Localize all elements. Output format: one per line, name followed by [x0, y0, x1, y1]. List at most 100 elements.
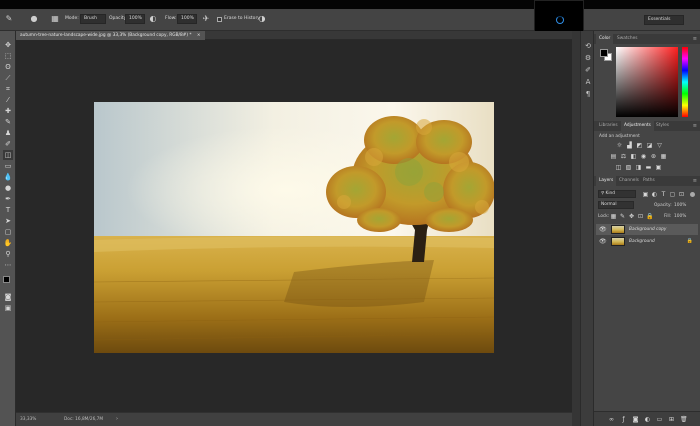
canvas-area[interactable]: [16, 40, 572, 412]
dodge-icon[interactable]: ●: [3, 183, 13, 193]
brush-icon[interactable]: ✎: [3, 117, 13, 127]
erase-history-checkbox[interactable]: [217, 17, 222, 22]
marquee-icon[interactable]: ⬚: [3, 51, 13, 61]
airbrush-icon[interactable]: ✈: [201, 14, 211, 24]
color-picker-field[interactable]: [616, 47, 678, 117]
threshold-icon[interactable]: ◨: [635, 164, 642, 171]
healing-brush-icon[interactable]: ✚: [3, 106, 13, 116]
tab-libraries[interactable]: Libraries: [596, 121, 621, 131]
tab-styles[interactable]: Styles: [653, 121, 672, 131]
posterize-icon[interactable]: ▧: [625, 164, 632, 171]
panel-menu-icon[interactable]: ≡: [693, 176, 697, 186]
tab-paths[interactable]: Paths: [640, 176, 658, 186]
eye-icon[interactable]: 👁: [599, 237, 607, 246]
layer-opacity-value[interactable]: 100%: [674, 203, 686, 208]
panel-menu-icon[interactable]: ≡: [693, 34, 697, 44]
screen-mode-icon[interactable]: ▣: [3, 303, 13, 313]
shape-icon[interactable]: ▢: [3, 227, 13, 237]
black-white-icon[interactable]: ◧: [630, 153, 637, 160]
hue-slider[interactable]: [682, 47, 688, 117]
gradient-icon[interactable]: ▭: [3, 161, 13, 171]
type-icon[interactable]: T: [3, 205, 13, 215]
history-panel-icon[interactable]: ⟲: [583, 41, 593, 51]
zoom-level[interactable]: 33,33%: [20, 417, 36, 422]
move-icon[interactable]: ✥: [3, 40, 13, 50]
tab-layers[interactable]: Layers: [596, 176, 617, 186]
adjustment-layer-icon[interactable]: ◐: [644, 416, 651, 423]
lock-position-icon[interactable]: ✥: [628, 213, 635, 220]
blend-mode-select[interactable]: Normal: [598, 201, 634, 209]
history-brush-icon[interactable]: ✐: [3, 139, 13, 149]
selective-color-icon[interactable]: ▣: [655, 164, 662, 171]
fill-value[interactable]: 100%: [674, 214, 686, 219]
document-size-info[interactable]: Doc: 16,8M/26,7M: [64, 417, 103, 422]
new-layer-icon[interactable]: ⊞: [668, 416, 675, 423]
color-foreground-swatch[interactable]: [600, 49, 608, 57]
blur-icon[interactable]: 💧: [3, 172, 13, 182]
invert-icon[interactable]: ◫: [615, 164, 622, 171]
hand-icon[interactable]: ✋: [3, 238, 13, 248]
lock-pixels-icon[interactable]: ✎: [619, 213, 626, 220]
foreground-color-swatch[interactable]: [3, 276, 10, 283]
tab-color[interactable]: Color: [596, 34, 614, 44]
levels-icon[interactable]: ▟: [626, 142, 633, 149]
pressure-opacity-icon[interactable]: ◐: [148, 14, 158, 24]
layer-name[interactable]: Background copy: [629, 227, 666, 232]
eye-icon[interactable]: 👁: [599, 225, 607, 234]
document-tab[interactable]: autumn-tree-nature-landscape-wide.jpg @ …: [16, 31, 205, 40]
crop-icon[interactable]: ⌗: [3, 84, 13, 94]
filter-pixel-icon[interactable]: ▣: [642, 191, 649, 198]
zoom-icon[interactable]: ⚲: [3, 249, 13, 259]
quick-mask-icon[interactable]: ◙: [3, 292, 13, 302]
mode-select[interactable]: Brush: [80, 14, 106, 24]
quick-select-icon[interactable]: ⟋: [3, 73, 13, 83]
brush-panel-icon[interactable]: ▦: [50, 14, 60, 24]
filter-adjustment-icon[interactable]: ◐: [651, 191, 658, 198]
character-panel-icon[interactable]: A: [583, 77, 593, 87]
clone-stamp-icon[interactable]: ♟: [3, 128, 13, 138]
brightness-contrast-icon[interactable]: ☼: [616, 142, 623, 149]
status-menu-arrow-icon[interactable]: ›: [116, 416, 118, 422]
gradient-map-icon[interactable]: ▬: [645, 164, 652, 171]
layer-filter-kind[interactable]: ⚲ Kind: [598, 190, 636, 198]
brush-size-icon[interactable]: ●: [29, 14, 39, 24]
hue-saturation-icon[interactable]: ▤: [610, 153, 617, 160]
path-select-icon[interactable]: ➤: [3, 216, 13, 226]
channel-mixer-icon[interactable]: ⊛: [650, 153, 657, 160]
eyedropper-icon[interactable]: ⁄: [3, 95, 13, 105]
link-icon[interactable]: ∞: [608, 416, 615, 423]
eraser-icon[interactable]: ◫: [3, 150, 13, 160]
vibrance-icon[interactable]: ▽: [656, 142, 663, 149]
layer-row-background[interactable]: 👁 Background 🔒: [596, 236, 698, 247]
more-tools-icon[interactable]: ⋯: [3, 260, 13, 270]
color-balance-icon[interactable]: ⚖: [620, 153, 627, 160]
tab-channels[interactable]: Channels: [616, 176, 642, 186]
paragraph-panel-icon[interactable]: ¶: [583, 89, 593, 99]
layer-name[interactable]: Background: [629, 239, 655, 244]
lock-all-icon[interactable]: 🔒: [646, 213, 653, 220]
color-lookup-icon[interactable]: ▦: [660, 153, 667, 160]
lock-artboard-icon[interactable]: ⊡: [637, 213, 644, 220]
layer-row-background-copy[interactable]: 👁 Background copy: [596, 224, 698, 235]
eraser-tool-preset-icon[interactable]: ✎: [4, 14, 14, 24]
close-tab-icon[interactable]: ×: [197, 33, 201, 38]
tab-swatches[interactable]: Swatches: [614, 34, 641, 44]
pen-icon[interactable]: ✒: [3, 194, 13, 204]
lock-transparency-icon[interactable]: ▦: [610, 213, 617, 220]
opacity-field[interactable]: 100%: [125, 14, 145, 24]
fx-icon[interactable]: ƒ: [620, 416, 627, 423]
workspace-switcher[interactable]: Essentials: [644, 15, 684, 25]
curves-icon[interactable]: ◩: [636, 142, 643, 149]
mask-icon[interactable]: ◙: [632, 416, 639, 423]
pressure-size-icon[interactable]: ◑: [257, 14, 267, 24]
exposure-icon[interactable]: ◪: [646, 142, 653, 149]
document-image[interactable]: [94, 102, 494, 353]
flow-field[interactable]: 100%: [177, 14, 197, 24]
filter-shape-icon[interactable]: ▢: [669, 191, 676, 198]
photo-filter-icon[interactable]: ◉: [640, 153, 647, 160]
properties-panel-icon[interactable]: ⚙: [583, 53, 593, 63]
filter-toggle[interactable]: [690, 192, 695, 197]
lasso-icon[interactable]: ʘ: [3, 62, 13, 72]
filter-type-icon[interactable]: T: [660, 191, 667, 198]
filter-smart-object-icon[interactable]: ⊡: [678, 191, 685, 198]
